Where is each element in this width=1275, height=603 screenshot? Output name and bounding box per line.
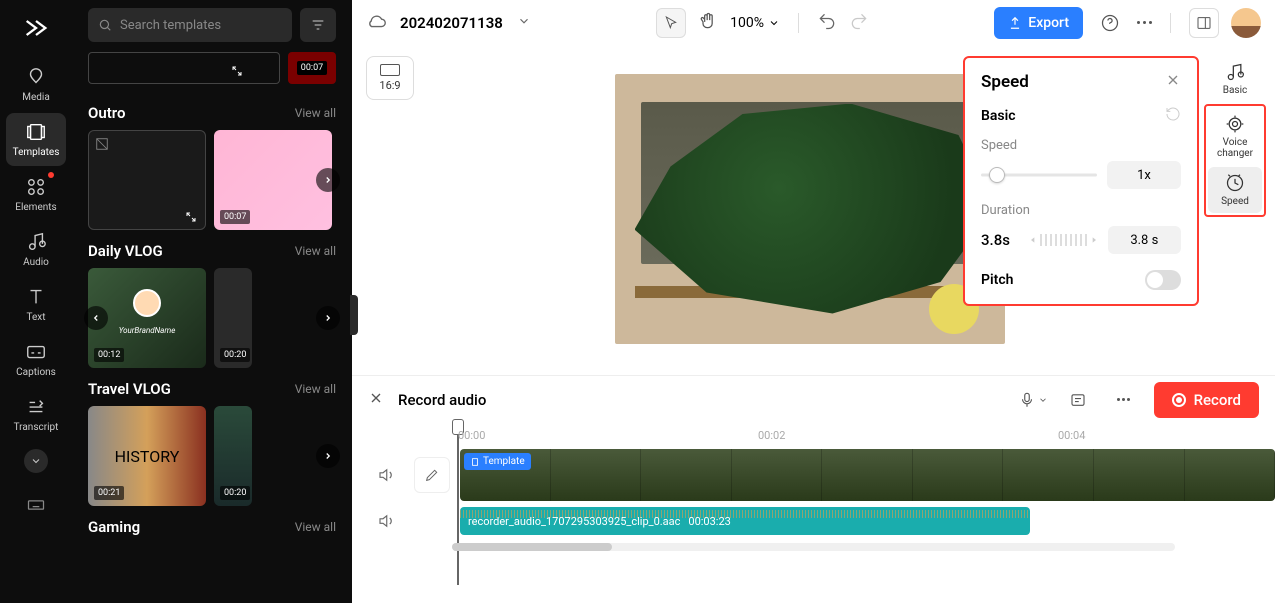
rail-elements[interactable]: Elements bbox=[6, 168, 66, 221]
rail-keyboard-icon[interactable] bbox=[24, 493, 48, 517]
timeline-ruler[interactable]: 00:00 00:02 00:04 bbox=[452, 423, 1275, 449]
undo-button[interactable] bbox=[817, 11, 837, 35]
rail-templates[interactable]: Templates bbox=[6, 113, 66, 166]
redo-button[interactable] bbox=[849, 11, 869, 35]
section-title: Daily VLOG bbox=[88, 242, 163, 260]
timeline-scrollbar[interactable] bbox=[452, 543, 1175, 551]
canvas-area: 16:9 Basic Voice changer Speed Speed Bas… bbox=[352, 46, 1275, 375]
record-bar: Record audio Record bbox=[352, 375, 1275, 423]
pitch-toggle[interactable] bbox=[1145, 270, 1181, 290]
section-title: Travel VLOG bbox=[88, 380, 171, 398]
more-button[interactable] bbox=[1137, 21, 1152, 24]
carousel-next[interactable] bbox=[316, 306, 340, 330]
aspect-ratio-button[interactable]: 16:9 bbox=[366, 56, 414, 100]
filter-button[interactable] bbox=[300, 8, 336, 42]
section-title: Gaming bbox=[88, 518, 140, 536]
duration-current: 3.8s bbox=[981, 231, 1019, 249]
volume-icon[interactable] bbox=[368, 503, 404, 539]
brand-name: YourBrandName bbox=[119, 326, 176, 335]
search-input[interactable]: Search templates bbox=[88, 8, 292, 42]
section-travel-vlog: Travel VLOG View all HISTORY 00:21 00:20 bbox=[88, 380, 336, 506]
carousel-prev[interactable] bbox=[84, 306, 108, 330]
speed-label: Speed bbox=[981, 138, 1181, 153]
main-area: 202402071138 100% Export 16:9 Basic bbox=[352, 0, 1275, 603]
playhead[interactable] bbox=[452, 419, 464, 585]
view-all-link[interactable]: View all bbox=[295, 382, 336, 396]
template-thumb[interactable]: 00:20 bbox=[214, 268, 252, 368]
broken-image-icon bbox=[95, 137, 109, 151]
volume-icon[interactable] bbox=[368, 457, 404, 493]
carousel-next[interactable] bbox=[316, 168, 340, 192]
zoom-level[interactable]: 100% bbox=[730, 15, 780, 31]
hand-tool[interactable] bbox=[698, 11, 718, 35]
pitch-label: Pitch bbox=[981, 272, 1013, 288]
record-title: Record audio bbox=[398, 391, 486, 409]
template-tag: Template bbox=[464, 453, 531, 470]
timeline: 00:00 00:02 00:04 Template bbox=[352, 423, 1275, 603]
view-all-link[interactable]: View all bbox=[295, 520, 336, 534]
top-toolbar: 202402071138 100% Export bbox=[352, 0, 1275, 46]
rr-voice-changer[interactable]: Voice changer bbox=[1208, 108, 1262, 165]
rail-captions[interactable]: Captions bbox=[6, 333, 66, 386]
basic-label: Basic bbox=[981, 108, 1016, 124]
project-title[interactable]: 202402071138 bbox=[400, 14, 503, 32]
rail-more[interactable] bbox=[24, 449, 48, 473]
record-button[interactable]: Record bbox=[1154, 382, 1259, 418]
template-thumb[interactable] bbox=[88, 52, 280, 84]
cloud-icon[interactable] bbox=[366, 10, 388, 36]
chevron-down-icon[interactable] bbox=[517, 13, 531, 32]
help-button[interactable] bbox=[1095, 8, 1125, 38]
video-track[interactable]: Template bbox=[460, 449, 1275, 501]
section-outro: Outro View all 00:07 bbox=[88, 104, 336, 230]
rail-transcript[interactable]: Transcript bbox=[6, 388, 66, 441]
more-button[interactable] bbox=[1108, 384, 1140, 416]
expand-icon bbox=[185, 211, 197, 223]
audio-clip[interactable]: recorder_audio_1707295303925_clip_0.aac … bbox=[460, 507, 1030, 535]
speed-panel: Speed Basic Speed 1x Duration 3.8s 3.8 s… bbox=[963, 56, 1199, 306]
audio-track-row: recorder_audio_1707295303925_clip_0.aac … bbox=[352, 507, 1275, 535]
edit-icon[interactable] bbox=[414, 457, 450, 493]
template-thumb-small[interactable]: 00:07 bbox=[288, 52, 336, 84]
section-daily-vlog: Daily VLOGView all YourBrandName 00:12 0… bbox=[88, 242, 336, 368]
video-clip[interactable] bbox=[460, 449, 1275, 501]
rail-text[interactable]: Text bbox=[6, 278, 66, 331]
template-thumb[interactable]: HISTORY 00:21 bbox=[88, 406, 206, 506]
rr-basic[interactable]: Basic bbox=[1208, 56, 1262, 102]
preview-image bbox=[615, 74, 1005, 344]
avatar[interactable] bbox=[1231, 8, 1261, 38]
teleprompter-icon[interactable] bbox=[1062, 384, 1094, 416]
rr-highlight: Voice changer Speed bbox=[1204, 104, 1266, 217]
section-title: Outro bbox=[88, 104, 125, 122]
view-all-link[interactable]: View all bbox=[295, 106, 336, 120]
speed-slider[interactable] bbox=[981, 167, 1097, 183]
view-all-link[interactable]: View all bbox=[295, 244, 336, 258]
rail-audio[interactable]: Audio bbox=[6, 223, 66, 276]
speed-value[interactable]: 1x bbox=[1107, 161, 1181, 189]
export-button[interactable]: Export bbox=[994, 7, 1083, 39]
duration-scrubber[interactable] bbox=[1029, 234, 1098, 246]
panel-toggle[interactable] bbox=[1189, 8, 1219, 38]
pointer-tool[interactable] bbox=[656, 8, 686, 38]
carousel-next[interactable] bbox=[316, 444, 340, 468]
mic-select[interactable] bbox=[1018, 391, 1048, 409]
duration-label: Duration bbox=[981, 203, 1181, 218]
section-gaming: Gaming View all bbox=[88, 518, 336, 544]
rail-media[interactable]: Media bbox=[6, 58, 66, 111]
duration-value[interactable]: 3.8 s bbox=[1108, 226, 1181, 254]
app-logo[interactable] bbox=[20, 12, 52, 44]
template-thumb[interactable]: 00:20 bbox=[214, 406, 252, 506]
audio-track[interactable]: recorder_audio_1707295303925_clip_0.aac … bbox=[460, 507, 1275, 535]
panel-title: Speed bbox=[981, 72, 1029, 92]
template-thumb[interactable]: 00:07 bbox=[214, 130, 332, 230]
avatar bbox=[133, 289, 161, 317]
video-track-row: Template bbox=[352, 449, 1275, 501]
close-icon[interactable] bbox=[1165, 72, 1181, 92]
right-rail: Basic Voice changer Speed bbox=[1205, 56, 1265, 361]
template-thumb[interactable] bbox=[88, 130, 206, 230]
templates-panel: Search templates 00:07 Outro View all 00:… bbox=[72, 0, 352, 603]
left-rail: Media Templates Elements Audio Text Capt… bbox=[0, 0, 72, 603]
rr-speed[interactable]: Speed bbox=[1208, 167, 1262, 213]
reset-icon[interactable] bbox=[1165, 106, 1181, 126]
close-icon[interactable] bbox=[368, 390, 384, 410]
